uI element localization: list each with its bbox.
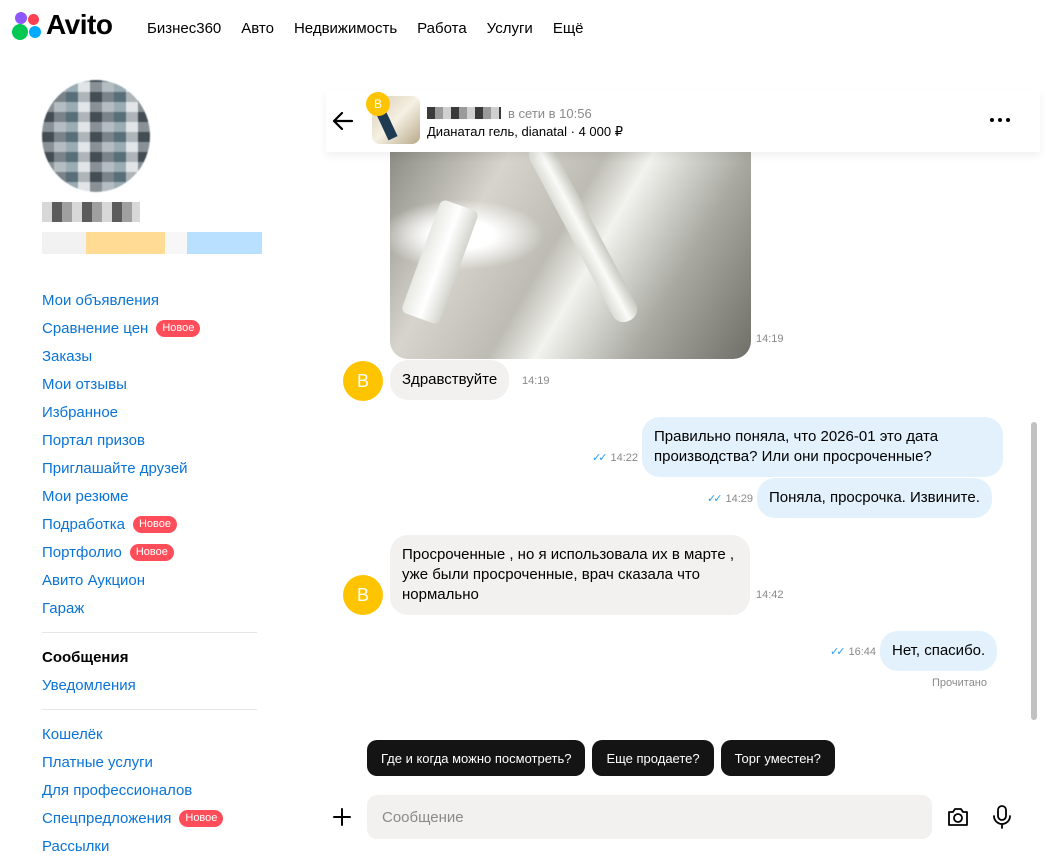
new-badge: Новое (129, 543, 174, 561)
sidebar-item-prizes[interactable]: Портал призов (42, 426, 262, 454)
sidebar-item-wallet[interactable]: Кошелёк (42, 720, 262, 748)
avito-logo[interactable]: Avito (12, 9, 113, 40)
sidebar-item-paid-services[interactable]: Платные услуги (42, 748, 262, 776)
sidebar-item-label: Приглашайте друзей (42, 459, 188, 477)
profile-name-redacted (42, 202, 140, 222)
sidebar-item-auction[interactable]: Авито Аукцион (42, 566, 262, 594)
photo-content (524, 152, 642, 327)
photo-content (400, 198, 480, 326)
sidebar-item-for-pros[interactable]: Для профессионалов (42, 776, 262, 804)
message-composer (326, 794, 1040, 840)
chat-panel: В в сети в 10:56 Дианатал гель, dianatal… (326, 90, 1040, 862)
nav-link-services[interactable]: Услуги (487, 20, 533, 37)
sidebar-item-label: Платные услуги (42, 753, 153, 771)
nav-link-realty[interactable]: Недвижимость (294, 20, 397, 37)
message-scrollbar[interactable] (1028, 152, 1040, 720)
nav-link-jobs[interactable]: Работа (417, 20, 467, 37)
scroll-thumb[interactable] (1031, 422, 1037, 720)
message-time: ✓✓ 16:44 (830, 646, 877, 658)
sidebar-item-invite[interactable]: Приглашайте друзей (42, 454, 262, 482)
logo-dots-icon (12, 10, 44, 40)
incoming-message: Здравствуйте (390, 360, 510, 400)
item-title-price[interactable]: Дианатал гель, dianatal · 4 000 ₽ (427, 124, 623, 140)
sidebar-item-label: Мои резюме (42, 487, 129, 505)
sidebar-item-label: Мои отзывы (42, 375, 127, 393)
sidebar-item-reviews[interactable]: Мои отзывы (42, 370, 262, 398)
sidebar-item-label: Избранное (42, 403, 119, 421)
sender-avatar: В (343, 575, 383, 615)
sidebar-item-resumes[interactable]: Мои резюме (42, 482, 262, 510)
sidebar-item-orders[interactable]: Заказы (42, 342, 262, 370)
sidebar-divider (42, 632, 257, 633)
quick-reply-button[interactable]: Торг уместен? (720, 740, 835, 776)
sidebar-item-label: Кошелёк (42, 725, 103, 743)
online-status: в сети в 10:56 (508, 106, 592, 121)
sidebar-divider (42, 709, 257, 710)
sidebar-item-label: Портал призов (42, 431, 145, 449)
profile-avatar[interactable] (42, 80, 150, 192)
sidebar-item-mailings[interactable]: Рассылки (42, 832, 262, 860)
message-time: 14:19 (756, 333, 784, 345)
nav-link-more[interactable]: Ещё (553, 20, 584, 37)
sidebar-item-label: Для профессионалов (42, 781, 193, 799)
outgoing-message: Правильно поняла, что 2026-01 это дата п… (642, 417, 1003, 477)
seller-name-redacted[interactable] (427, 107, 501, 119)
new-badge: Новое (179, 809, 224, 827)
read-ticks-icon: ✓✓ (830, 646, 846, 658)
microphone-icon[interactable] (990, 804, 1014, 830)
sidebar-item-messages[interactable]: Сообщения (42, 643, 262, 671)
sidebar-item-label: Заказы (42, 347, 93, 365)
message-time: 14:42 (756, 589, 784, 601)
top-nav: Avito Бизнес360 Авто Недвижимость Работа… (0, 0, 1062, 60)
read-status: Прочитано (932, 677, 987, 689)
read-ticks-icon: ✓✓ (707, 493, 723, 505)
message-photo[interactable] (390, 152, 751, 359)
nav-links: Бизнес360 Авто Недвижимость Работа Услуг… (147, 20, 584, 37)
profile-rating-redacted (42, 232, 262, 254)
back-arrow-icon[interactable] (332, 110, 354, 132)
message-time: 14:19 (522, 375, 550, 387)
new-badge: Новое (156, 319, 201, 337)
sidebar-menu: Мои объявления Сравнение цен Новое Заказы… (42, 286, 262, 860)
sidebar-item-favorites[interactable]: Избранное (42, 398, 262, 426)
sidebar-item-label: Портфолио (42, 543, 122, 561)
sidebar-item-portfolio[interactable]: Портфолио Новое (42, 538, 262, 566)
quick-reply-button[interactable]: Где и когда можно посмотреть? (367, 740, 586, 776)
sidebar-item-garage[interactable]: Гараж (42, 594, 262, 622)
sidebar-item-label: Гараж (42, 599, 85, 617)
message-time: ✓✓ 14:22 (592, 452, 639, 464)
quick-reply-button[interactable]: Еще продаете? (592, 740, 714, 776)
sidebar-item-label: Сообщения (42, 648, 129, 666)
sidebar-item-notifications[interactable]: Уведомления (42, 671, 262, 699)
logo-text: Avito (46, 9, 113, 40)
camera-icon[interactable] (946, 805, 970, 829)
attach-plus-icon[interactable] (332, 807, 352, 827)
sidebar-item-label: Мои объявления (42, 291, 159, 309)
nav-link-business360[interactable]: Бизнес360 (147, 20, 221, 37)
read-ticks-icon: ✓✓ (592, 452, 608, 464)
incoming-message: Просроченные , но я использовала их в ма… (390, 535, 750, 615)
sidebar-item-side-jobs[interactable]: Подработка Новое (42, 510, 262, 538)
seller-avatar-small: В (366, 92, 390, 116)
message-list: 14:19 В Здравствуйте 14:19 ✓✓ 14:22 Прав… (326, 152, 1028, 718)
sidebar-item-label: Сравнение цен (42, 319, 149, 337)
message-input[interactable] (367, 795, 932, 839)
sidebar-item-my-ads[interactable]: Мои объявления (42, 286, 262, 314)
sidebar-item-label: Спецпредложения (42, 809, 172, 827)
sidebar-item-label: Уведомления (42, 676, 136, 694)
sender-avatar: В (343, 361, 383, 401)
more-options-icon[interactable] (988, 112, 1012, 128)
sidebar-item-label: Рассылки (42, 837, 110, 855)
sidebar-item-price-compare[interactable]: Сравнение цен Новое (42, 314, 262, 342)
sidebar-item-label: Авито Аукцион (42, 571, 146, 589)
outgoing-message: Нет, спасибо. (880, 631, 998, 671)
sidebar-item-label: Подработка (42, 515, 125, 533)
quick-replies: Где и когда можно посмотреть? Еще продае… (326, 740, 835, 776)
sidebar-item-special-offers[interactable]: Спецпредложения Новое (42, 804, 262, 832)
message-time: ✓✓ 14:29 (707, 493, 754, 505)
nav-link-auto[interactable]: Авто (241, 20, 274, 37)
chat-header: В в сети в 10:56 Дианатал гель, dianatal… (326, 90, 1040, 152)
new-badge: Новое (132, 515, 177, 533)
outgoing-message: Поняла, просрочка. Извините. (757, 478, 992, 518)
